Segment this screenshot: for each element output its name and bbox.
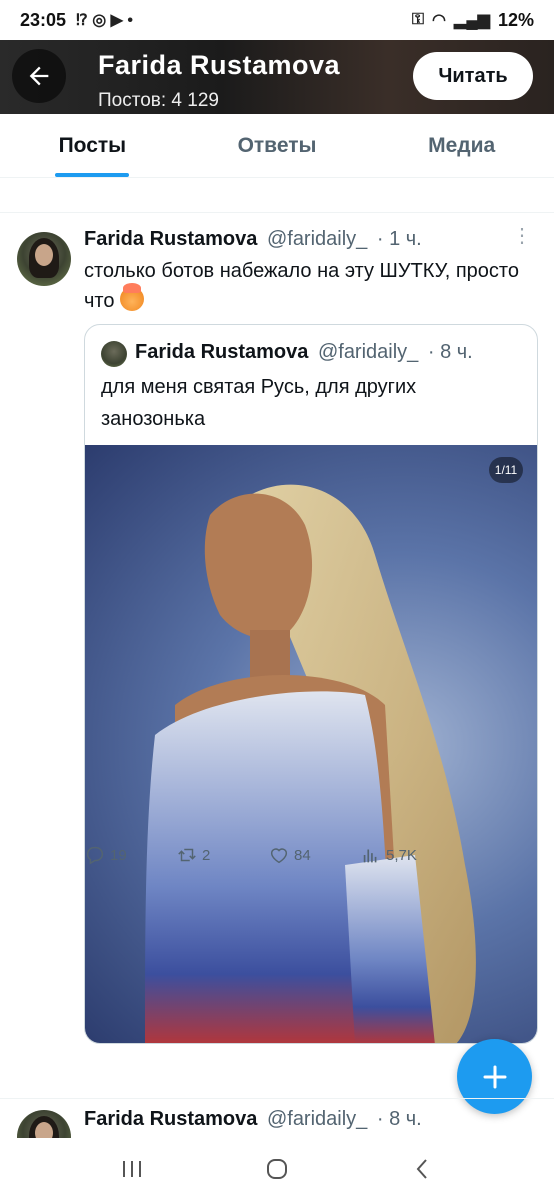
wifi-icon: ◠ [432,12,447,29]
views-icon [363,849,377,863]
signal-icon: ▂▄▆ [454,12,490,29]
tab-posts[interactable]: Посты [0,114,185,177]
status-bar: 23:05 ⁉ ◎ ▶ • ⚿ ◠ ▂▄▆ 12% [0,0,554,40]
quote-header: Farida Rustamova @faridaily_ · 8 ч. [135,341,473,364]
home-button[interactable] [257,1149,297,1189]
tweet[interactable]: Farida Rustamova @faridaily_ · 8 ч. [0,1100,554,1138]
author-name[interactable]: Farida Rustamova [84,1108,257,1130]
profile-tabs: Посты Ответы Медиа [0,114,554,178]
quote-text: для меня святая Русь, для других занозон… [101,376,417,430]
post-count: Постов: 4 129 [98,90,219,111]
divider [0,212,554,213]
quoted-tweet[interactable]: Farida Rustamova @faridaily_ · 8 ч. для … [84,324,538,1044]
quote-author-handle: @faridaily_ [317,341,419,363]
reply-icon [86,846,104,865]
retweet-icon [178,848,196,862]
tweet-actions: 19 2 84 5,7K [84,844,464,866]
plus-icon [483,1065,506,1088]
reply-count: 19 [110,846,127,864]
back-chevron-icon [416,1159,427,1179]
avatar[interactable] [17,1110,71,1138]
tweet-text-content: столько ботов набежало на эту ШУТКУ, про… [84,260,519,312]
quote-author-name: Farida Rustamova [135,341,309,363]
profile-name: Farida Rustamova [98,50,341,80]
divider [0,1098,554,1099]
performer-photo [145,484,476,1043]
status-time: 23:05 [20,9,67,30]
exploding-head-emoji-icon [120,283,145,311]
recents-icon [123,1161,142,1177]
system-nav-bar [0,1138,554,1200]
views-button[interactable]: 5,7K [360,844,452,866]
avatar[interactable] [17,232,71,286]
tweet-time: · 1 ч. [376,228,422,250]
battery-level: 12% [497,9,534,30]
quote-time: · 8 ч. [427,341,473,363]
back-nav-button[interactable] [402,1149,442,1189]
retweet-count: 2 [202,846,211,864]
tab-media[interactable]: Медиа [369,114,554,177]
quote-avatar [101,341,127,367]
back-button[interactable] [12,49,66,103]
tweet-time: · 8 ч. [376,1108,422,1130]
tweet-header: Farida Rustamova @faridaily_ · 1 ч. [84,228,422,251]
recent-apps-button[interactable] [112,1149,152,1189]
author-name[interactable]: Farida Rustamova [84,228,257,250]
view-count: 5,7K [386,846,417,864]
follow-button[interactable]: Читать [413,52,533,100]
key-icon: ⚿ [411,11,425,28]
author-handle: @faridaily_ [266,228,368,250]
tweet-header: Farida Rustamova @faridaily_ · 8 ч. [84,1108,422,1131]
like-count: 84 [294,846,311,864]
reply-button[interactable]: 19 [84,844,176,866]
back-arrow-icon [29,66,49,86]
quote-image[interactable]: 1/11 [85,445,537,1043]
image-counter: 1/11 [489,457,523,483]
home-icon [266,1159,287,1179]
tab-replies[interactable]: Ответы [185,114,370,177]
tweet-text: столько ботов набежало на эту ШУТКУ, про… [84,256,524,316]
notification-icons: ⁉ ◎ ▶ • [76,12,133,29]
more-options-icon[interactable]: ⋮ [512,226,532,246]
retweet-button[interactable]: 2 [176,844,268,866]
like-button[interactable]: 84 [268,844,360,866]
author-handle: @faridaily_ [266,1108,368,1130]
profile-header: Farida Rustamova Постов: 4 129 Читать [0,40,554,114]
heart-icon [270,848,288,864]
